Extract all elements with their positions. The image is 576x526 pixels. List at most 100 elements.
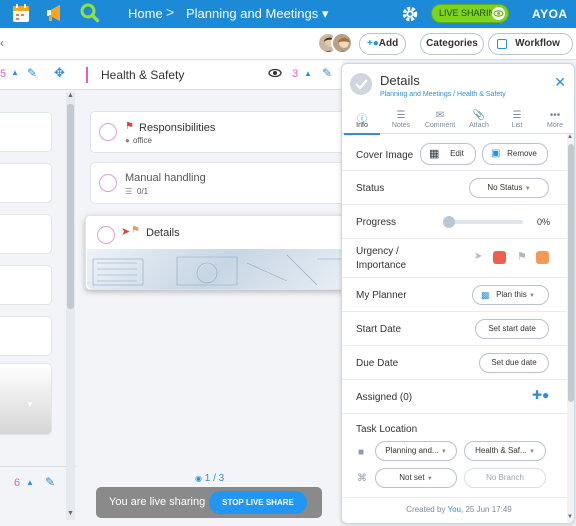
branch-dropdown[interactable]: No Branch: [464, 468, 546, 488]
complete-check-icon[interactable]: [350, 73, 372, 95]
list-value: Health & Saf...: [475, 446, 527, 455]
list-dropdown[interactable]: Health & Saf... ▼: [464, 441, 546, 461]
tab-notes[interactable]: ☰ Notes: [381, 108, 421, 134]
breadcrumb-separator: >: [166, 4, 175, 20]
column-title[interactable]: Health & Safety: [101, 68, 184, 82]
progress-label: Progress: [356, 217, 397, 228]
pencil-icon[interactable]: ✎: [45, 475, 55, 489]
slider-handle[interactable]: [443, 216, 455, 228]
scrollbar[interactable]: ▲ ▼: [66, 92, 75, 520]
plan-this-dropdown[interactable]: ▩ Plan this ▼: [472, 285, 549, 305]
edit-cover-button[interactable]: ▦ Edit: [420, 143, 476, 165]
details-panel: Details Planning and Meetings / Health &…: [341, 63, 575, 524]
complete-checkbox[interactable]: [99, 123, 117, 141]
chevron-up-icon[interactable]: ▲: [67, 92, 74, 99]
calendar-icon[interactable]: [12, 3, 30, 23]
tab-attach[interactable]: 📎 Attach: [459, 108, 499, 134]
move-icon[interactable]: ✥: [54, 65, 65, 81]
progress-row: Progress 0%: [342, 205, 567, 239]
task-card[interactable]: ⚑ Responsibilities ● office: [90, 111, 350, 153]
group-dropdown[interactable]: Not set ▼: [375, 468, 457, 488]
task-card[interactable]: Manual handling ☰ 0/1: [90, 162, 350, 204]
list-item[interactable]: [0, 214, 52, 254]
progress-slider[interactable]: [443, 216, 523, 228]
add-user-button[interactable]: +● Add: [359, 33, 406, 55]
eye-icon[interactable]: [268, 66, 282, 80]
gear-icon[interactable]: [401, 5, 419, 23]
complete-checkbox[interactable]: [99, 174, 117, 192]
list-item[interactable]: [0, 265, 52, 305]
list-item[interactable]: [0, 163, 52, 203]
live-sharing-toggle[interactable]: LIVE SHARING: [431, 4, 509, 23]
list-item[interactable]: [0, 112, 52, 152]
chevron-down-icon[interactable]: ▼: [67, 510, 74, 517]
cover-image: [87, 249, 349, 289]
scroll-thumb[interactable]: [568, 144, 574, 402]
planner-value: Plan this: [496, 290, 527, 299]
scrollbar[interactable]: ▲ ▼: [567, 134, 574, 522]
paperclip-icon: 📎: [472, 110, 486, 121]
sort-up-icon[interactable]: ▲: [304, 69, 312, 78]
start-date-value: Set start date: [488, 324, 536, 333]
pencil-icon[interactable]: ✎: [27, 66, 37, 80]
task-card-selected[interactable]: ➤ ⚑ Details: [85, 215, 350, 290]
set-start-date-button[interactable]: Set start date: [475, 319, 549, 339]
pencil-icon[interactable]: ✎: [322, 66, 332, 80]
stop-live-share-button[interactable]: STOP LIVE SHARE: [209, 491, 307, 514]
back-chevron-icon[interactable]: ‹: [0, 36, 4, 50]
bottom-count: 6: [14, 477, 21, 489]
chevron-down-icon[interactable]: ▼: [26, 400, 34, 409]
left-column-count: 5: [0, 68, 7, 80]
info-icon: ⓘ: [357, 114, 367, 125]
board-dropdown[interactable]: Planning and... ▼: [375, 441, 457, 461]
brand-logo: AYOA: [532, 7, 568, 21]
status-dropdown[interactable]: No Status ▼: [469, 178, 549, 198]
created-footer: Created by You, 25 Jun 17:49: [342, 505, 574, 514]
branch-icon: ⌘: [357, 473, 367, 484]
left-column-footer: 6 ▲ ✎: [0, 466, 76, 496]
set-due-date-button[interactable]: Set due date: [479, 353, 549, 373]
tab-label: More: [547, 122, 563, 129]
urgency-swatch[interactable]: [493, 251, 506, 264]
panel-breadcrumb[interactable]: Planning and Meetings / Health & Safety: [380, 91, 506, 98]
add-person-icon[interactable]: ✚●: [532, 388, 549, 402]
due-date-value: Set due date: [491, 358, 537, 367]
tab-list[interactable]: ☰ List: [497, 108, 537, 134]
remove-cover-button[interactable]: ▣ Remove: [482, 143, 548, 165]
workflow-label: Workflow: [515, 38, 560, 49]
avatar[interactable]: [331, 32, 353, 54]
workflow-button[interactable]: Workflow: [488, 33, 573, 55]
add-user-icon: +●: [367, 38, 379, 49]
sort-up-icon[interactable]: ▲: [11, 68, 19, 77]
search-icon[interactable]: [80, 3, 100, 23]
importance-swatch[interactable]: [536, 251, 549, 264]
column-divider: [86, 67, 88, 83]
list-item[interactable]: [0, 316, 52, 356]
list-item[interactable]: ▼: [0, 363, 52, 435]
close-icon[interactable]: ✕: [554, 74, 566, 91]
sort-up-icon[interactable]: ▲: [26, 478, 34, 487]
remove-label: Remove: [507, 149, 537, 158]
tab-more[interactable]: ••• More: [535, 108, 574, 134]
categories-button[interactable]: Categories: [420, 33, 484, 55]
group-value: Not set: [399, 473, 425, 482]
flag-icon: ⚑: [517, 251, 527, 263]
categories-label: Categories: [426, 38, 478, 49]
tab-comment[interactable]: ✉ Comment: [420, 108, 460, 134]
start-date-label: Start Date: [356, 324, 402, 335]
complete-checkbox[interactable]: [97, 226, 115, 244]
tab-info[interactable]: ⓘ Info: [342, 108, 382, 135]
chevron-down-icon[interactable]: ▼: [567, 514, 573, 520]
status-label: Status: [356, 183, 385, 194]
assigned-label: Assigned (0): [356, 392, 413, 403]
home-link[interactable]: Home: [128, 6, 163, 21]
project-dropdown[interactable]: Planning and Meetings ▾: [186, 6, 328, 22]
scroll-thumb[interactable]: [67, 104, 74, 309]
list-icon: ☰: [512, 110, 522, 121]
branch-value: No Branch: [486, 473, 524, 482]
chevron-up-icon[interactable]: ▲: [567, 134, 573, 140]
toolbar: ‹ +● Add Categories Workflow: [0, 28, 576, 60]
megaphone-icon[interactable]: [44, 3, 66, 23]
created-user[interactable]: You,: [447, 505, 463, 514]
task-title: Manual handling: [125, 172, 206, 184]
